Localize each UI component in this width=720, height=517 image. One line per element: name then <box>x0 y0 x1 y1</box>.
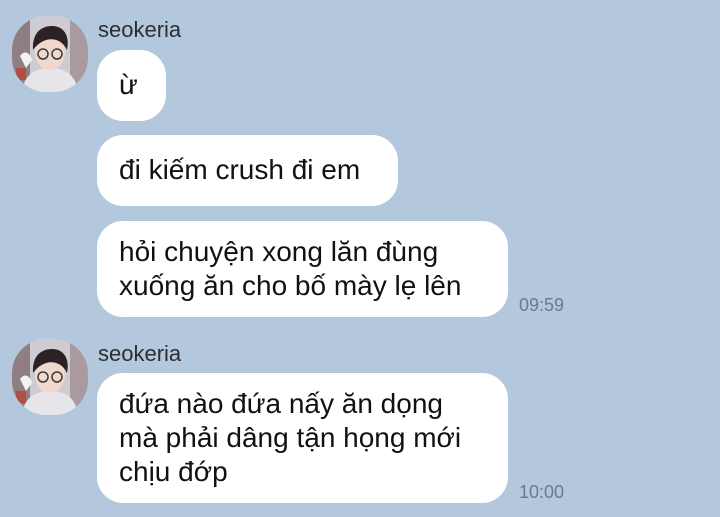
profile-photo-icon <box>12 339 88 415</box>
chat-area: seokeria ừ đi kiếm crush đi em hỏi chuyệ… <box>0 0 720 517</box>
profile-photo-icon <box>12 16 88 92</box>
message-text: đi kiếm crush đi em <box>119 154 361 185</box>
message-text: chịu đớp <box>119 456 228 487</box>
sender-avatar[interactable] <box>12 16 88 92</box>
message-timestamp: 09:59 <box>519 295 565 315</box>
message-text: hỏi chuyện xong lăn đùng <box>119 236 439 267</box>
message-text: xuống ăn cho bố mày lẹ lên <box>119 270 462 301</box>
sender-name: seokeria <box>98 341 182 366</box>
sender-name: seokeria <box>98 17 182 42</box>
sender-avatar[interactable] <box>12 339 88 415</box>
message-timestamp: 10:00 <box>519 482 565 502</box>
message-bubble[interactable]: đi kiếm crush đi em <box>97 135 398 206</box>
message-text: ừ <box>119 69 138 100</box>
message-bubble[interactable]: đứa nào đứa nấy ăn dọng mà phải dâng tận… <box>97 373 508 503</box>
message-bubble[interactable]: ừ <box>97 50 166 121</box>
message-text: đứa nào đứa nấy ăn dọng <box>119 388 443 419</box>
message-text: mà phải dâng tận họng mới <box>119 422 462 453</box>
message-bubble[interactable]: hỏi chuyện xong lăn đùng xuống ăn cho bố… <box>97 221 508 317</box>
